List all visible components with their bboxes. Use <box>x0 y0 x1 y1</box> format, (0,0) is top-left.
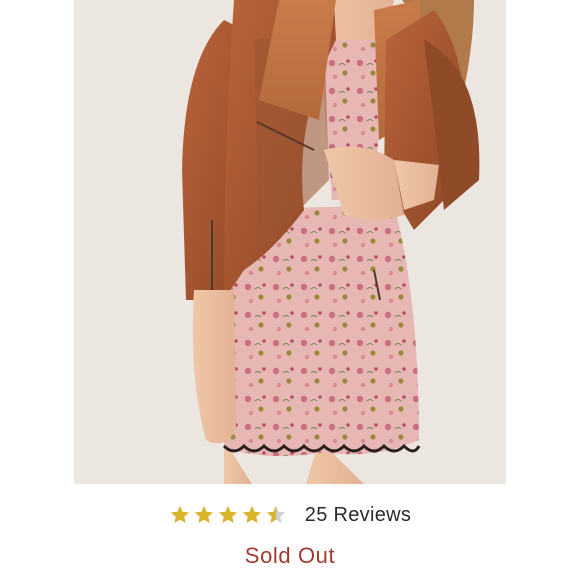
star-icon <box>194 505 213 524</box>
half-star-icon <box>266 505 285 524</box>
product-photo-graphic <box>74 0 506 484</box>
star-icon <box>242 505 261 524</box>
star-icon <box>170 505 189 524</box>
product-card: 25 Reviews Sold Out <box>0 0 580 580</box>
star-icon <box>218 505 237 524</box>
review-count[interactable]: 25 Reviews <box>305 504 411 527</box>
rating-row[interactable]: 25 Reviews <box>0 498 580 532</box>
product-photo[interactable] <box>74 0 506 484</box>
sold-out-status: Sold Out <box>244 543 336 568</box>
star-rating <box>169 504 289 526</box>
